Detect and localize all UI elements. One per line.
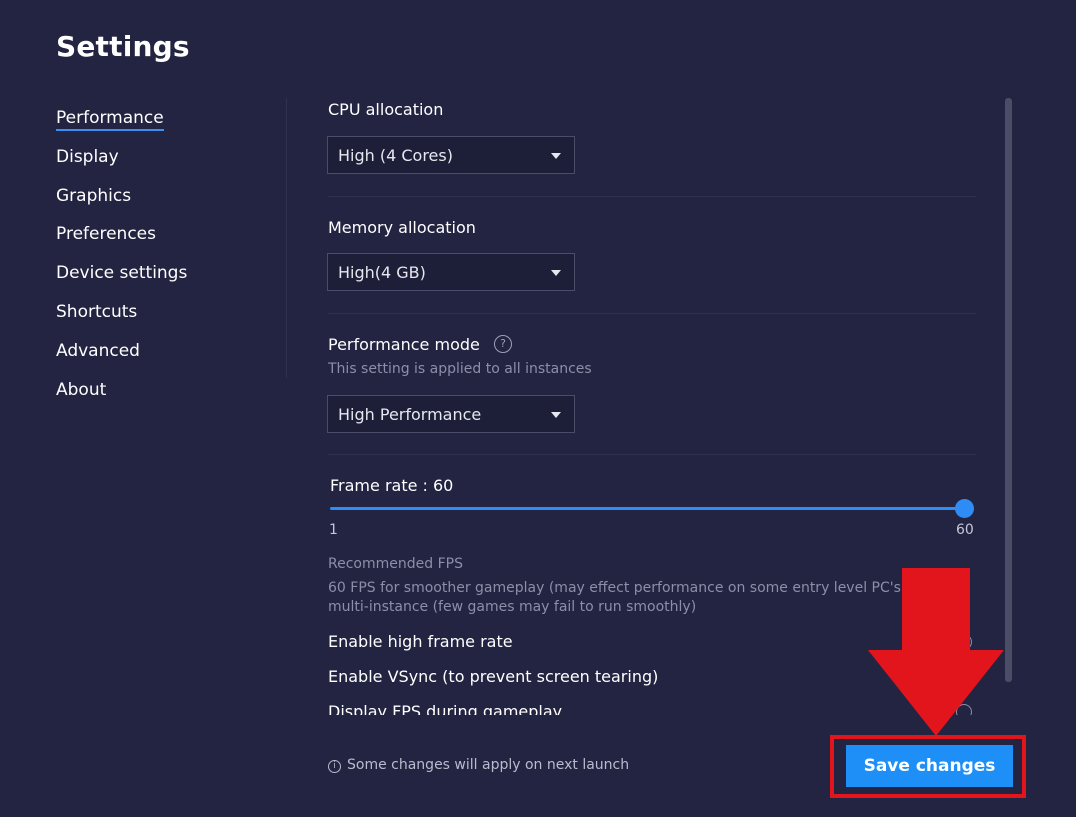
sidebar-item-preferences[interactable]: Preferences [56,222,187,261]
page-title: Settings [56,30,190,63]
cpu-allocation-select[interactable]: High (4 Cores) [327,136,575,174]
memory-allocation-value: High(4 GB) [338,263,426,282]
enable-high-frame-rate-label: Enable high frame rate [328,632,513,651]
performance-mode-label: Performance mode [328,335,480,354]
chevron-down-icon [551,412,561,418]
cpu-allocation-value: High (4 Cores) [338,146,453,165]
sidebar-item-shortcuts[interactable]: Shortcuts [56,300,187,339]
sidebar-item-graphics[interactable]: Graphics [56,184,187,223]
cpu-allocation-label: CPU allocation [328,100,444,119]
frame-rate-label: Frame rate : 60 [330,476,454,495]
sidebar-item-performance[interactable]: Performance [56,106,187,145]
recommended-fps-line1: 60 FPS for smoother gameplay (may effect… [328,580,938,596]
performance-mode-hint: This setting is applied to all instances [328,361,592,377]
frame-rate-slider-handle[interactable] [955,499,974,518]
sidebar-item-advanced[interactable]: Advanced [56,339,187,378]
save-changes-button[interactable]: Save changes [846,745,1013,787]
sidebar-item-about[interactable]: About [56,378,187,417]
info-icon: i [328,760,341,773]
performance-mode-select[interactable]: High Performance [327,395,575,433]
chevron-down-icon [551,153,561,159]
section-divider [328,313,976,314]
section-divider [328,196,976,197]
chevron-down-icon [551,270,561,276]
restart-note-text: Some changes will apply on next launch [347,757,630,773]
sidebar-item-display[interactable]: Display [56,145,187,184]
section-divider [328,454,976,455]
enable-vsync-label: Enable VSync (to prevent screen tearing) [328,667,659,686]
slider-min-label: 1 [329,522,338,538]
sidebar-item-device-settings[interactable]: Device settings [56,261,187,300]
memory-allocation-select[interactable]: High(4 GB) [327,253,575,291]
recommended-fps-line2: multi-instance (few games may fail to ru… [328,599,697,615]
panel-scrollbar[interactable] [1005,98,1012,682]
performance-mode-value: High Performance [338,405,482,424]
settings-sidebar: Performance Display Graphics Preferences… [56,106,187,416]
recommended-fps-title: Recommended FPS [328,556,463,572]
frame-rate-slider-track[interactable] [330,507,966,510]
slider-max-label: 60 [956,522,974,538]
help-icon[interactable]: ? [494,335,512,353]
restart-note: i Some changes will apply on next launch [328,757,629,773]
sidebar-divider [286,98,287,378]
pointer-arrow-icon [868,568,1004,736]
display-fps-label: Display FPS during gameplay [328,702,563,715]
memory-allocation-label: Memory allocation [328,218,476,237]
